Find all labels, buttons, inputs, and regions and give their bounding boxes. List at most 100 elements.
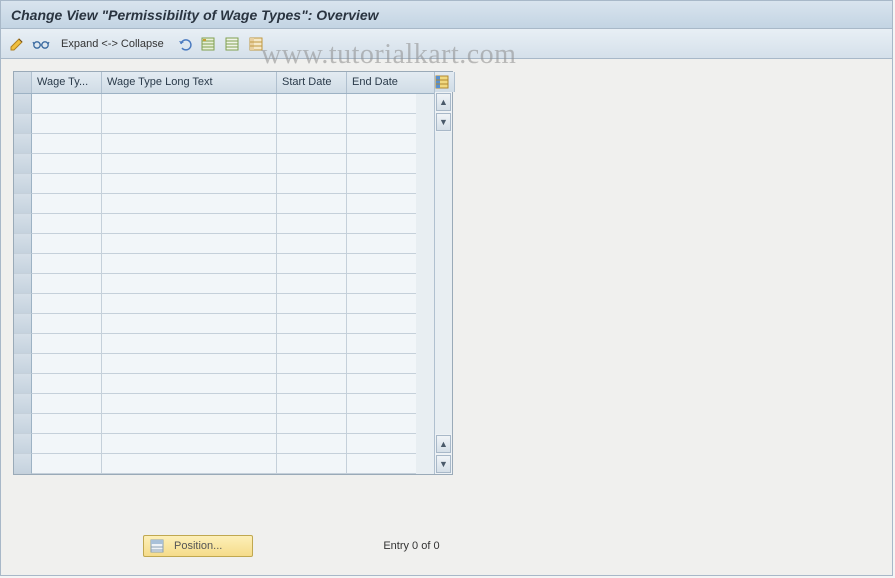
- cell-end-date[interactable]: [347, 174, 416, 194]
- row-selector[interactable]: [14, 254, 32, 274]
- cell-wage-type-long[interactable]: [102, 114, 277, 134]
- row-selector[interactable]: [14, 374, 32, 394]
- cell-wage-type[interactable]: [32, 254, 102, 274]
- cell-wage-type[interactable]: [32, 434, 102, 454]
- cell-end-date[interactable]: [347, 434, 416, 454]
- position-button[interactable]: Position...: [143, 535, 253, 557]
- cell-wage-type[interactable]: [32, 114, 102, 134]
- cell-wage-type[interactable]: [32, 94, 102, 114]
- cell-wage-type-long[interactable]: [102, 154, 277, 174]
- cell-wage-type-long[interactable]: [102, 354, 277, 374]
- scroll-up-button[interactable]: ▲: [436, 93, 451, 111]
- row-selector[interactable]: [14, 454, 32, 474]
- row-selector[interactable]: [14, 214, 32, 234]
- glasses-icon[interactable]: [31, 34, 51, 54]
- cell-start-date[interactable]: [277, 274, 347, 294]
- cell-wage-type-long[interactable]: [102, 334, 277, 354]
- cell-end-date[interactable]: [347, 274, 416, 294]
- row-selector[interactable]: [14, 134, 32, 154]
- cell-end-date[interactable]: [347, 214, 416, 234]
- cell-wage-type[interactable]: [32, 314, 102, 334]
- cell-end-date[interactable]: [347, 114, 416, 134]
- cell-start-date[interactable]: [277, 374, 347, 394]
- cell-end-date[interactable]: [347, 334, 416, 354]
- row-selector[interactable]: [14, 94, 32, 114]
- cell-end-date[interactable]: [347, 254, 416, 274]
- cell-wage-type-long[interactable]: [102, 274, 277, 294]
- col-start-date[interactable]: Start Date: [277, 72, 347, 93]
- cell-wage-type-long[interactable]: [102, 434, 277, 454]
- cell-wage-type[interactable]: [32, 234, 102, 254]
- cell-wage-type-long[interactable]: [102, 174, 277, 194]
- select-all-icon[interactable]: [198, 34, 218, 54]
- col-wage-type[interactable]: Wage Ty...: [32, 72, 102, 93]
- row-selector[interactable]: [14, 154, 32, 174]
- row-selector[interactable]: [14, 394, 32, 414]
- cell-start-date[interactable]: [277, 334, 347, 354]
- cell-wage-type-long[interactable]: [102, 374, 277, 394]
- cell-wage-type-long[interactable]: [102, 314, 277, 334]
- cell-end-date[interactable]: [347, 234, 416, 254]
- cell-wage-type-long[interactable]: [102, 214, 277, 234]
- cell-end-date[interactable]: [347, 134, 416, 154]
- cell-wage-type[interactable]: [32, 194, 102, 214]
- col-end-date[interactable]: End Date: [347, 72, 416, 93]
- col-wage-type-long[interactable]: Wage Type Long Text: [102, 72, 277, 93]
- undo-icon[interactable]: [174, 34, 194, 54]
- cell-wage-type-long[interactable]: [102, 194, 277, 214]
- cell-start-date[interactable]: [277, 434, 347, 454]
- scroll-track[interactable]: [435, 132, 452, 434]
- cell-start-date[interactable]: [277, 294, 347, 314]
- cell-wage-type[interactable]: [32, 454, 102, 474]
- row-selector[interactable]: [14, 294, 32, 314]
- row-selector[interactable]: [14, 314, 32, 334]
- cell-start-date[interactable]: [277, 134, 347, 154]
- row-selector[interactable]: [14, 434, 32, 454]
- cell-wage-type[interactable]: [32, 274, 102, 294]
- scroll-up-bottom-button[interactable]: ▲: [436, 435, 451, 453]
- row-selector[interactable]: [14, 354, 32, 374]
- cell-end-date[interactable]: [347, 414, 416, 434]
- cell-start-date[interactable]: [277, 314, 347, 334]
- cell-end-date[interactable]: [347, 354, 416, 374]
- cell-end-date[interactable]: [347, 94, 416, 114]
- cell-end-date[interactable]: [347, 294, 416, 314]
- cell-wage-type-long[interactable]: [102, 94, 277, 114]
- row-selector[interactable]: [14, 234, 32, 254]
- cell-wage-type-long[interactable]: [102, 294, 277, 314]
- cell-wage-type-long[interactable]: [102, 454, 277, 474]
- expand-collapse-button[interactable]: Expand <-> Collapse: [55, 38, 170, 50]
- cell-wage-type[interactable]: [32, 414, 102, 434]
- cell-wage-type[interactable]: [32, 214, 102, 234]
- cell-wage-type-long[interactable]: [102, 234, 277, 254]
- cell-end-date[interactable]: [347, 454, 416, 474]
- cell-start-date[interactable]: [277, 394, 347, 414]
- configure-columns-icon[interactable]: [435, 72, 455, 92]
- cell-wage-type-long[interactable]: [102, 414, 277, 434]
- cell-wage-type-long[interactable]: [102, 254, 277, 274]
- cell-start-date[interactable]: [277, 354, 347, 374]
- cell-wage-type[interactable]: [32, 154, 102, 174]
- cell-start-date[interactable]: [277, 234, 347, 254]
- row-selector[interactable]: [14, 414, 32, 434]
- cell-end-date[interactable]: [347, 374, 416, 394]
- cell-start-date[interactable]: [277, 174, 347, 194]
- row-selector[interactable]: [14, 334, 32, 354]
- row-selector[interactable]: [14, 274, 32, 294]
- cell-end-date[interactable]: [347, 194, 416, 214]
- cell-end-date[interactable]: [347, 154, 416, 174]
- cell-start-date[interactable]: [277, 254, 347, 274]
- cell-wage-type[interactable]: [32, 174, 102, 194]
- cell-wage-type[interactable]: [32, 374, 102, 394]
- cell-wage-type[interactable]: [32, 394, 102, 414]
- row-selector[interactable]: [14, 174, 32, 194]
- row-selector[interactable]: [14, 114, 32, 134]
- cell-wage-type[interactable]: [32, 354, 102, 374]
- cell-wage-type-long[interactable]: [102, 394, 277, 414]
- cell-wage-type[interactable]: [32, 134, 102, 154]
- scroll-down-bottom-button[interactable]: ▼: [436, 455, 451, 473]
- cell-wage-type[interactable]: [32, 294, 102, 314]
- deselect-all-icon[interactable]: [222, 34, 242, 54]
- cell-start-date[interactable]: [277, 454, 347, 474]
- cell-end-date[interactable]: [347, 314, 416, 334]
